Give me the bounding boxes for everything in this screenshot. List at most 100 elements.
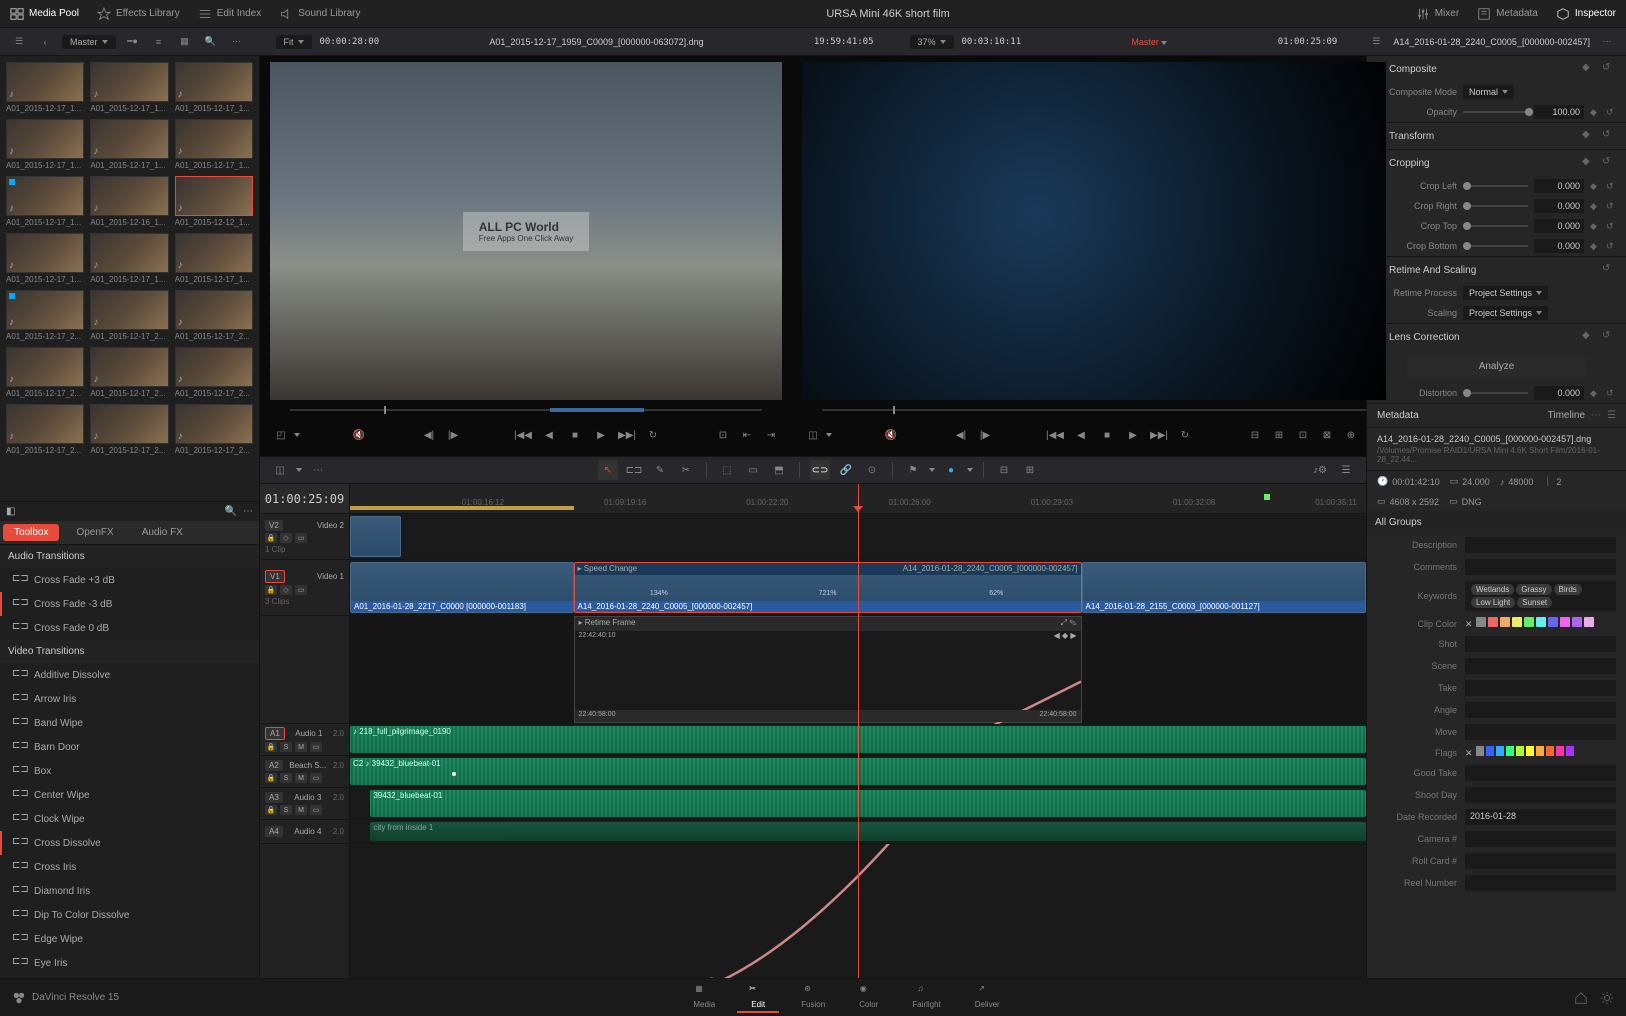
retime-expand-icon[interactable]: ⤢ (1061, 618, 1067, 627)
composite-header[interactable]: Composite◆↺ (1367, 56, 1626, 82)
rec-loop-icon[interactable]: ↻ (1174, 424, 1196, 446)
tool-selection-icon[interactable]: ↖ (598, 460, 618, 480)
tab-media-pool[interactable]: Media Pool (10, 7, 79, 21)
distortion-input[interactable]: 0.000 (1534, 386, 1584, 400)
viewer-zoom-dropdown[interactable]: 37% (910, 35, 954, 49)
rec-fit-icon[interactable]: ⊠ (1316, 424, 1338, 446)
fx-item[interactable]: ⊏⊐Clock Wipe (0, 807, 259, 831)
tab-inspector[interactable]: Inspector (1556, 7, 1616, 21)
color-swatch[interactable] (1548, 617, 1558, 627)
metadata-input[interactable] (1465, 853, 1616, 869)
metadata-input[interactable] (1465, 559, 1616, 575)
fx-item[interactable]: ⊏⊐Cross Fade +3 dB (0, 568, 259, 592)
fx-item[interactable]: ⊏⊐Edge Wipe (0, 927, 259, 951)
fx-item[interactable]: ⊏⊐Cross Fade -3 dB (0, 592, 259, 616)
sidebar-toggle-icon[interactable]: ☰ (10, 33, 28, 51)
src-next-edit-icon[interactable]: |▶ (442, 424, 464, 446)
v1-lock-icon[interactable]: 🔒 (265, 585, 277, 595)
tool-marker-icon[interactable]: ● (941, 460, 961, 480)
metadata-input[interactable] (1465, 875, 1616, 891)
marker-green[interactable] (1264, 494, 1270, 500)
keyframe-icon[interactable]: ◆ (1590, 181, 1600, 191)
flag-swatch[interactable] (1486, 746, 1494, 756)
fx-item[interactable]: ⊏⊐Additive Dissolve (0, 663, 259, 687)
flag-swatch[interactable] (1506, 746, 1514, 756)
pool-clip[interactable]: ♪A01_2015-12-17_1... (175, 62, 253, 113)
page-color[interactable]: ◉Color (847, 982, 890, 1013)
page-deliver[interactable]: ↗Deliver (963, 982, 1012, 1013)
crop-slider[interactable] (1463, 245, 1528, 247)
metadata-input[interactable]: 2016-01-28 (1465, 809, 1616, 825)
record-frame[interactable] (802, 62, 1386, 400)
fx-item[interactable]: ⊏⊐Cross Dissolve (0, 831, 259, 855)
source-scrubber[interactable] (270, 400, 782, 420)
reset-icon[interactable]: ↺ (1606, 241, 1616, 251)
pool-clip[interactable]: ♪A01_2015-12-17_2... (175, 347, 253, 398)
timeline-timecode[interactable]: 01:00:25:09 (260, 484, 349, 514)
crop-slider[interactable] (1463, 185, 1528, 187)
keywords-input[interactable]: WetlandsGrassyBirdsLow LightSunset (1465, 581, 1616, 611)
tl-menu-icon[interactable]: ☰ (1336, 460, 1356, 480)
tool-link-icon[interactable]: 🔗 (836, 460, 856, 480)
list-view-icon[interactable]: ≡ (150, 33, 168, 51)
tab-mixer[interactable]: Mixer (1416, 7, 1459, 21)
color-swatch[interactable] (1572, 617, 1582, 627)
tl-customize-icon[interactable]: ♪⚙ (1310, 460, 1330, 480)
page-fairlight[interactable]: ♫Fairlight (900, 982, 952, 1013)
metadata-options-icon[interactable]: ⋯ (1591, 410, 1601, 421)
rec-last-icon[interactable]: ▶▶| (1148, 424, 1170, 446)
tool-snap-icon[interactable]: ⊂⊃ (810, 460, 830, 480)
grid-view-icon[interactable]: ▦ (176, 33, 194, 51)
fx-item[interactable]: ⊏⊐Arrow Iris (0, 687, 259, 711)
page-fusion[interactable]: ⊛Fusion (789, 982, 837, 1013)
tab-effects-library[interactable]: Effects Library (97, 7, 180, 21)
rec-first-icon[interactable]: |◀◀ (1044, 424, 1066, 446)
reset-icon[interactable]: ↺ (1606, 181, 1616, 191)
slider-icon[interactable]: ━● (124, 33, 142, 51)
rec-rev-icon[interactable]: ◀ (1070, 424, 1092, 446)
tool-trim-icon[interactable]: ⊏⊐ (624, 460, 644, 480)
pool-clip[interactable]: ♪A01_2015-12-17_1... (175, 119, 253, 170)
metadata-input[interactable] (1465, 724, 1616, 740)
src-out-icon[interactable]: ⇥ (760, 424, 782, 446)
flag-swatch[interactable] (1536, 746, 1544, 756)
pool-clip[interactable]: ♪A01_2015-12-17_2... (90, 347, 168, 398)
pool-clip[interactable]: ♪A01_2015-12-17_1... (6, 119, 84, 170)
a4-clip[interactable]: city from inside 1 (370, 822, 1366, 841)
record-scrubber[interactable] (802, 400, 1386, 420)
tool-zoom-in-icon[interactable]: ⊞ (1020, 460, 1040, 480)
pool-clip[interactable]: ♪A01_2015-12-16_1... (90, 176, 168, 227)
fx-item[interactable]: ⊏⊐Center Wipe (0, 783, 259, 807)
tool-dynamic-icon[interactable]: ✎ (650, 460, 670, 480)
pool-clip[interactable]: ♪A01_2015-12-17_2... (175, 404, 253, 455)
a1-enable-icon[interactable]: ▭ (310, 742, 322, 752)
src-play-icon[interactable]: ▶ (590, 424, 612, 446)
tool-blade-icon[interactable]: ✂ (676, 460, 696, 480)
v2-clip[interactable] (350, 516, 401, 557)
crop-input[interactable]: 0.000 (1534, 239, 1584, 253)
v2-enable-icon[interactable]: ▭ (295, 533, 307, 543)
tl-view-icon[interactable]: ◫ (270, 460, 290, 480)
fx-item[interactable]: ⊏⊐Cross Iris (0, 855, 259, 879)
src-in-icon[interactable]: ⇤ (736, 424, 758, 446)
fx-item[interactable]: ⊏⊐Box (0, 759, 259, 783)
src-mode-icon[interactable]: ◰ (270, 424, 292, 446)
metadata-input[interactable] (1465, 765, 1616, 781)
a3-clip[interactable]: 39432_bluebeat-01 (370, 790, 1366, 817)
rec-mode-icon[interactable]: ◫ (802, 424, 824, 446)
color-swatch[interactable] (1536, 617, 1546, 627)
metadata-scope-dropdown[interactable]: Timeline (1548, 410, 1585, 421)
fx-collapse-icon[interactable]: ◧ (6, 506, 15, 517)
all-groups-header[interactable]: All Groups (1367, 511, 1626, 534)
settings-gear-icon[interactable] (1600, 991, 1614, 1005)
metadata-input[interactable] (1465, 636, 1616, 652)
v2-autotrack-icon[interactable]: ◇ (280, 533, 292, 543)
timeline-clip[interactable]: A14_2016-01-28_2155_C0003_[000000-001127… (1082, 562, 1366, 613)
opacity-keyframe-icon[interactable]: ◆ (1590, 107, 1600, 117)
pool-clip[interactable]: ♪A01_2015-12-17_2... (6, 347, 84, 398)
pool-clip[interactable]: ♪A01_2015-12-17_2... (90, 290, 168, 341)
rec-overwrite-icon[interactable]: ⊟ (1244, 424, 1266, 446)
tool-flag-icon[interactable]: ⚑ (903, 460, 923, 480)
opacity-slider[interactable] (1463, 111, 1528, 113)
rec-append-icon[interactable]: ⊕ (1340, 424, 1362, 446)
